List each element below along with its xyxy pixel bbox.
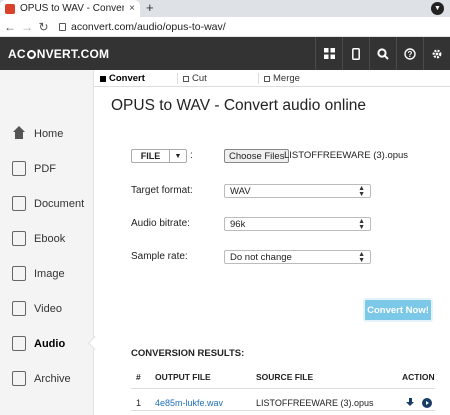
archive-icon xyxy=(12,371,26,386)
sidebar-item-label: Home xyxy=(34,127,64,140)
reload-icon[interactable]: ↻ xyxy=(38,20,49,34)
audio-bitrate-select[interactable]: 96k ▲ ▼ xyxy=(224,217,371,231)
row-number: 1 xyxy=(136,398,142,408)
sidebar-item-archive[interactable]: Archive xyxy=(0,361,94,396)
document-icon xyxy=(12,196,26,211)
column-header: SOURCE FILE xyxy=(256,372,314,382)
address-bar: ← → ↻ aconvert.com/audio/opus-to-wav/ xyxy=(0,17,450,37)
sample-rate-label: Sample rate: xyxy=(131,251,188,262)
sub-tabs: Convert Cut Merge xyxy=(94,70,450,87)
back-icon[interactable]: ← xyxy=(4,20,16,34)
file-source-button[interactable]: FILE ▼ xyxy=(131,149,187,163)
tab-square-icon xyxy=(100,75,106,82)
chevron-down-icon[interactable]: ▼ xyxy=(170,150,186,162)
select-arrows-icon: ▲ ▼ xyxy=(358,185,365,198)
tab-close-icon[interactable]: × xyxy=(129,3,135,14)
video-icon xyxy=(12,301,26,316)
mobile-icon[interactable] xyxy=(342,37,369,70)
url-text: aconvert.com/audio/opus-to-wav/ xyxy=(71,20,226,33)
sidebar-item-image[interactable]: Image xyxy=(0,256,94,291)
tab-label: Convert xyxy=(109,73,145,84)
download-icon[interactable] xyxy=(406,398,415,407)
image-icon xyxy=(12,266,26,281)
select-value: WAV xyxy=(230,185,251,197)
tab-title: OPUS to WAV - Convert audio online xyxy=(20,3,125,14)
results-table: # OUTPUT FILE SOURCE FILE ACTION 1 4e85m… xyxy=(131,367,435,411)
sidebar-item-label: Video xyxy=(34,302,62,315)
column-header: OUTPUT FILE xyxy=(155,372,211,382)
site-logo[interactable]: AC NVERT.COM xyxy=(8,47,109,61)
tab-square-icon xyxy=(264,75,270,82)
tab-square-icon xyxy=(183,75,189,82)
audio-icon xyxy=(12,336,26,351)
file-button-label: FILE xyxy=(132,150,170,162)
new-tab-button[interactable]: + xyxy=(146,0,154,16)
site-header: AC NVERT.COM ? xyxy=(0,37,450,70)
column-header: ACTION xyxy=(402,372,435,382)
results-heading: CONVERSION RESULTS: xyxy=(131,348,245,359)
select-arrows-icon: ▲ ▼ xyxy=(358,251,365,264)
sidebar-item-document[interactable]: Document xyxy=(0,186,94,221)
sidebar-item-label: PDF xyxy=(34,162,56,175)
select-value: 96k xyxy=(230,218,246,230)
browser-tab[interactable]: OPUS to WAV - Convert audio online × xyxy=(0,0,140,17)
search-icon[interactable] xyxy=(369,37,396,70)
column-header: # xyxy=(136,372,141,382)
lock-icon xyxy=(59,22,66,31)
source-file-name: LISTOFFREEWARE (3).opus xyxy=(256,398,374,408)
audio-bitrate-label: Audio bitrate: xyxy=(131,218,190,229)
results-table-header: # OUTPUT FILE SOURCE FILE ACTION xyxy=(131,367,435,389)
sidebar-item-label: Image xyxy=(34,267,65,280)
sidebar-item-label: Ebook xyxy=(34,232,66,245)
sidebar-item-audio[interactable]: Audio xyxy=(0,326,103,361)
file-separator: : xyxy=(190,150,193,161)
select-arrows-icon: ▲ ▼ xyxy=(358,218,365,231)
tab-convert[interactable]: Convert xyxy=(100,70,145,87)
sample-rate-select[interactable]: Do not change ▲ ▼ xyxy=(224,250,371,264)
output-file-link[interactable]: 4e85m-lukfe.wav xyxy=(155,398,223,408)
table-row: 1 4e85m-lukfe.wav LISTOFFREEWARE (3).opu… xyxy=(131,389,435,411)
home-icon xyxy=(12,126,26,141)
gear-icon[interactable] xyxy=(423,37,450,70)
forward-icon[interactable]: → xyxy=(21,20,33,34)
sidebar-item-pdf[interactable]: PDF xyxy=(0,151,94,186)
tab-label: Cut xyxy=(192,73,207,84)
url-field[interactable]: aconvert.com/audio/opus-to-wav/ xyxy=(59,21,226,33)
page-title: OPUS to WAV - Convert audio online xyxy=(111,97,367,114)
tab-cut[interactable]: Cut xyxy=(183,70,207,87)
sidebar-item-label: Audio xyxy=(34,337,66,350)
pdf-icon xyxy=(12,161,26,176)
sidebar-item-label: Archive xyxy=(34,372,71,385)
site-favicon-icon xyxy=(5,3,15,14)
sidebar-item-home[interactable]: Home xyxy=(0,116,94,151)
convert-now-button[interactable]: Convert Now! xyxy=(365,300,431,320)
svg-text:?: ? xyxy=(408,50,413,59)
target-format-select[interactable]: WAV ▲ ▼ xyxy=(224,184,371,198)
grid-icon[interactable] xyxy=(315,37,342,70)
main-content: OPUS to WAV - Convert audio online FILE … xyxy=(94,87,450,415)
chevron-down-icon[interactable]: ▼ xyxy=(431,2,444,15)
help-icon[interactable]: ? xyxy=(396,37,423,70)
tab-label: Merge xyxy=(273,73,300,84)
choose-files-button[interactable]: Choose Files xyxy=(224,149,290,163)
target-format-label: Target format: xyxy=(131,185,193,196)
sidebar-item-ebook[interactable]: Ebook xyxy=(0,221,94,256)
browser-tab-bar: OPUS to WAV - Convert audio online × + ▼ xyxy=(0,0,450,17)
sidebar: Home PDF Document Ebook Image Video Audi… xyxy=(0,70,103,415)
chosen-file-name: LISTOFFREEWARE (3).opus xyxy=(284,150,409,161)
sidebar-item-video[interactable]: Video xyxy=(0,291,94,326)
tab-merge[interactable]: Merge xyxy=(264,70,300,87)
sidebar-item-label: Document xyxy=(34,197,85,210)
select-value: Do not change xyxy=(230,251,292,263)
play-icon[interactable] xyxy=(422,398,432,408)
ebook-icon xyxy=(12,231,26,246)
row-actions xyxy=(406,398,432,408)
